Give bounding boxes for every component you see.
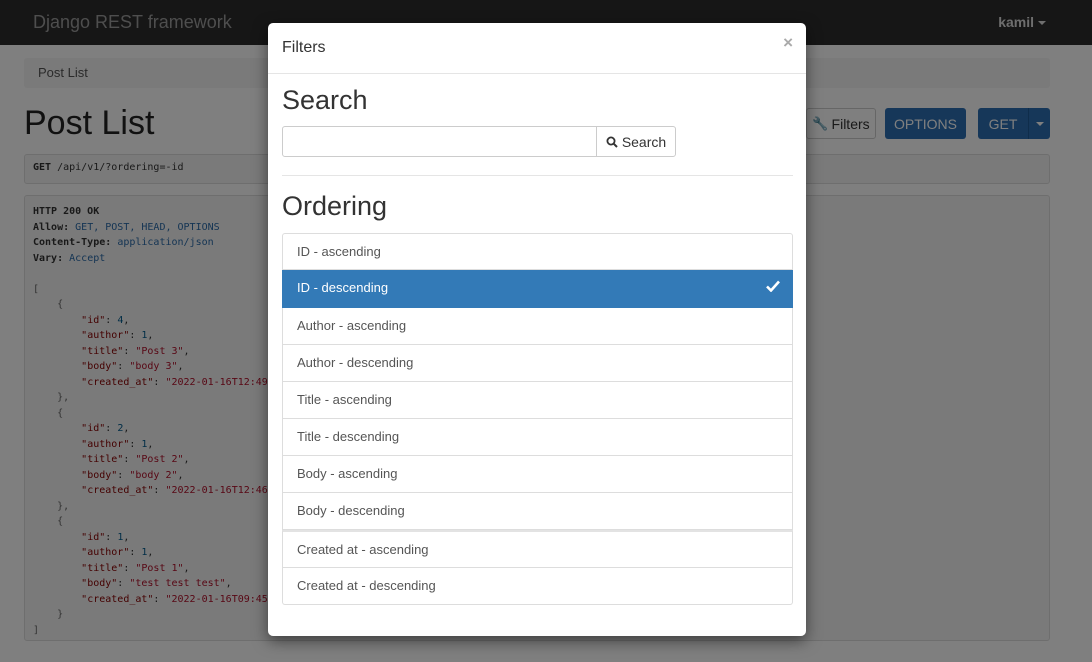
ordering-option-title-desc[interactable]: Title - descending [282, 419, 793, 456]
modal-header: Filters × [268, 23, 806, 74]
ordering-option-id-asc[interactable]: ID - ascending [282, 233, 793, 270]
ordering-option-created-asc[interactable]: Created at - ascending [282, 530, 793, 568]
ordering-option-body-asc[interactable]: Body - ascending [282, 456, 793, 493]
search-input[interactable] [282, 126, 597, 157]
ordering-option-author-desc[interactable]: Author - descending [282, 345, 793, 382]
ordering-option-label: ID - descending [297, 280, 389, 295]
close-icon[interactable]: × [783, 33, 793, 53]
search-heading: Search [282, 85, 368, 115]
modal-title: Filters [282, 39, 326, 56]
ordering-list: ID - ascending ID - descending Author - … [282, 233, 793, 605]
ordering-option-created-desc[interactable]: Created at - descending [282, 568, 793, 605]
ordering-heading: Ordering [282, 191, 388, 221]
ordering-option-title-asc[interactable]: Title - ascending [282, 382, 793, 419]
search-button-label: Search [621, 133, 667, 150]
ordering-option-author-asc[interactable]: Author - ascending [282, 308, 793, 345]
search-icon [606, 136, 618, 148]
divider [282, 175, 793, 176]
ordering-option-id-desc[interactable]: ID - descending [282, 270, 793, 308]
check-icon [766, 280, 780, 292]
filters-modal: Filters × Search Search Ordering ID - as… [268, 23, 806, 636]
search-button[interactable]: Search [596, 126, 676, 157]
ordering-option-body-desc[interactable]: Body - descending [282, 493, 793, 530]
